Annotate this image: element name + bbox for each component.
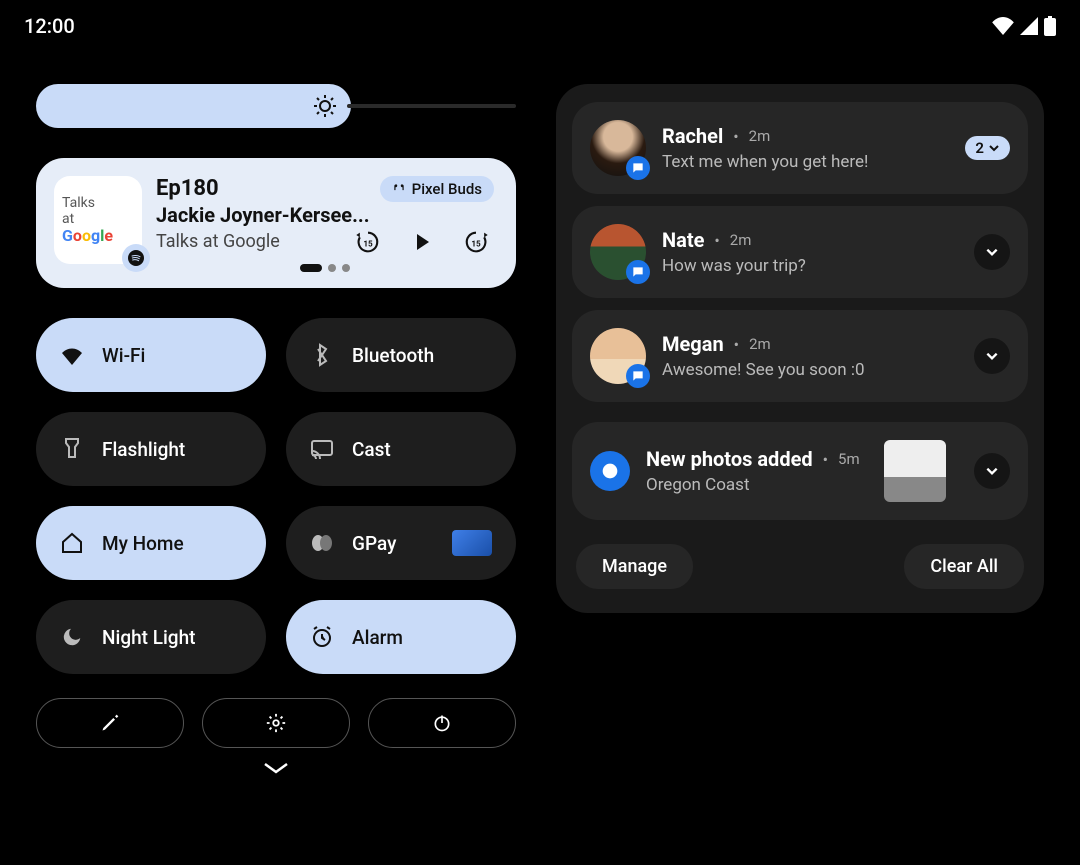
qs-tile-gpay[interactable]: GPay xyxy=(286,506,516,580)
album-line1: Talks xyxy=(62,195,95,211)
qs-label: Flashlight xyxy=(102,438,185,461)
qs-label: My Home xyxy=(102,532,184,555)
forward-15-icon[interactable]: 15 xyxy=(462,228,490,256)
chevron-down-icon xyxy=(985,247,999,257)
messages-icon xyxy=(626,364,650,388)
quick-settings-grid: Wi-Fi Bluetooth Flashlight Cast My Home … xyxy=(36,318,516,674)
notif-time: 2m xyxy=(730,231,752,249)
gpay-card-preview xyxy=(452,530,492,556)
media-card[interactable]: Talks at Google Ep180 Jackie Joyner-Kers… xyxy=(36,158,516,288)
avatar xyxy=(590,328,646,384)
notif-name: Nate xyxy=(662,228,704,252)
media-album-art: Talks at Google xyxy=(54,176,142,264)
qs-tile-wifi[interactable]: Wi-Fi xyxy=(36,318,266,392)
cast-icon xyxy=(310,439,334,459)
notif-name: Rachel xyxy=(662,124,723,148)
chevron-down-icon xyxy=(261,760,291,776)
notif-count: 2 xyxy=(975,139,984,157)
notif-count-chip[interactable]: 2 xyxy=(965,136,1010,160)
notif-message: Text me when you get here! xyxy=(662,152,949,172)
brightness-icon xyxy=(313,94,337,118)
media-title: Jackie Joyner-Kersee... xyxy=(156,203,370,227)
qs-tile-alarm[interactable]: Alarm xyxy=(286,600,516,674)
brightness-slider[interactable] xyxy=(36,84,516,128)
moon-icon xyxy=(60,626,84,648)
album-line2: at xyxy=(62,211,74,227)
output-device-chip[interactable]: Pixel Buds xyxy=(380,176,494,202)
clear-label: Clear All xyxy=(930,556,998,577)
battery-status-icon xyxy=(1044,16,1056,36)
expand-button[interactable] xyxy=(974,338,1010,374)
device-name: Pixel Buds xyxy=(412,180,482,198)
notif-message: Oregon Coast xyxy=(646,475,868,495)
status-bar: 12:00 xyxy=(0,0,1080,44)
wifi-icon xyxy=(60,345,84,365)
rewind-15-icon[interactable]: 15 xyxy=(354,228,382,256)
notif-time: 2m xyxy=(749,335,771,353)
clear-all-button[interactable]: Clear All xyxy=(904,544,1024,589)
expand-button[interactable] xyxy=(974,234,1010,270)
chevron-down-icon xyxy=(985,466,999,476)
wifi-status-icon xyxy=(992,17,1014,35)
settings-button[interactable] xyxy=(202,698,350,748)
notif-name: Megan xyxy=(662,332,724,356)
notif-time: 2m xyxy=(749,127,771,145)
qs-label: Night Light xyxy=(102,626,195,649)
edit-button[interactable] xyxy=(36,698,184,748)
svg-text:15: 15 xyxy=(471,239,481,249)
notification-item[interactable]: Rachel • 2m Text me when you get here! 2 xyxy=(572,102,1028,194)
flashlight-icon xyxy=(60,437,84,461)
qs-tile-home[interactable]: My Home xyxy=(36,506,266,580)
pencil-icon xyxy=(100,713,120,733)
gpay-icon xyxy=(310,533,334,553)
avatar xyxy=(590,120,646,176)
notification-panel: Rachel • 2m Text me when you get here! 2 xyxy=(556,84,1044,613)
manage-label: Manage xyxy=(602,556,667,577)
messages-icon xyxy=(626,260,650,284)
chevron-down-icon xyxy=(988,144,1000,152)
photo-thumbnail xyxy=(884,440,946,502)
qs-label: Cast xyxy=(352,438,391,461)
status-icons xyxy=(992,16,1056,36)
svg-text:15: 15 xyxy=(363,239,373,249)
spotify-icon xyxy=(122,244,150,272)
photos-app-icon xyxy=(590,451,630,491)
manage-button[interactable]: Manage xyxy=(576,544,693,589)
carousel-dots[interactable] xyxy=(156,264,494,272)
expand-handle[interactable] xyxy=(36,760,516,776)
messages-icon xyxy=(626,156,650,180)
notif-message: How was your trip? xyxy=(662,256,958,276)
alarm-icon xyxy=(310,625,334,649)
qs-label: Wi-Fi xyxy=(102,344,145,367)
qs-label: GPay xyxy=(352,532,396,555)
status-time: 12:00 xyxy=(24,14,75,38)
gear-icon xyxy=(265,712,287,734)
bluetooth-icon xyxy=(310,343,334,367)
qs-label: Alarm xyxy=(352,626,403,649)
avatar xyxy=(590,224,646,280)
home-icon xyxy=(60,532,84,554)
qs-label: Bluetooth xyxy=(352,344,434,367)
media-episode: Ep180 xyxy=(156,176,370,201)
power-button[interactable] xyxy=(368,698,516,748)
notification-item-photos[interactable]: New photos added • 5m Oregon Coast xyxy=(572,422,1028,520)
expand-button[interactable] xyxy=(974,453,1010,489)
notif-message: Awesome! See you soon :0 xyxy=(662,360,958,380)
notif-time: 5m xyxy=(838,450,860,468)
earbuds-icon xyxy=(392,182,406,196)
qs-tile-flashlight[interactable]: Flashlight xyxy=(36,412,266,486)
notification-item[interactable]: Nate • 2m How was your trip? xyxy=(572,206,1028,298)
google-logo: Google xyxy=(62,227,113,245)
chevron-down-icon xyxy=(985,351,999,361)
power-icon xyxy=(432,712,452,734)
signal-status-icon xyxy=(1020,17,1038,35)
notification-item[interactable]: Megan • 2m Awesome! See you soon :0 xyxy=(572,310,1028,402)
qs-tile-night-light[interactable]: Night Light xyxy=(36,600,266,674)
qs-tile-bluetooth[interactable]: Bluetooth xyxy=(286,318,516,392)
notif-name: New photos added xyxy=(646,447,813,471)
play-icon[interactable] xyxy=(410,230,434,254)
qs-tile-cast[interactable]: Cast xyxy=(286,412,516,486)
